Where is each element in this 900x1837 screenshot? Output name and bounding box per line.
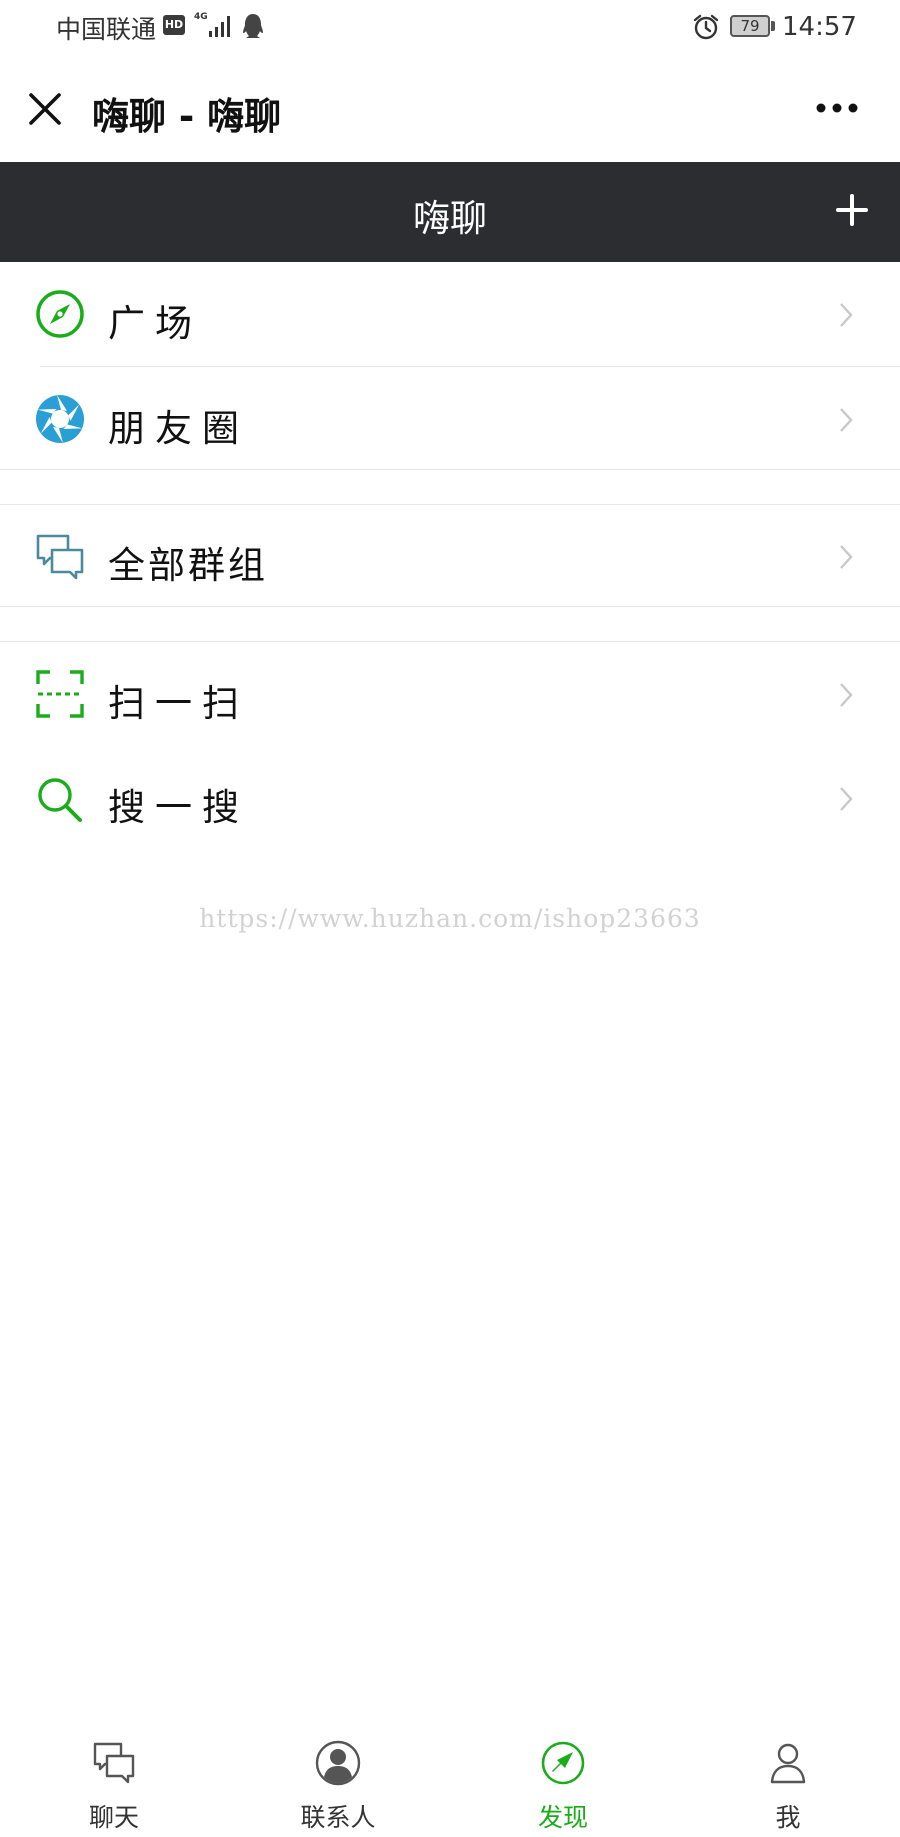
more-icon[interactable] (814, 100, 860, 116)
menu-label-search: 搜一搜 (108, 786, 249, 829)
close-icon[interactable] (28, 92, 62, 126)
tab-me[interactable]: 我 (718, 1740, 858, 1832)
profile-icon (770, 1743, 806, 1784)
contacts-icon (315, 1740, 361, 1786)
chevron-right-icon (840, 408, 853, 432)
tab-label-discover: 发现 (537, 1803, 588, 1832)
tab-discover[interactable]: 发现 (493, 1740, 633, 1832)
chat-bubbles-icon (36, 534, 84, 580)
carrier-name: 中国联通 (56, 15, 157, 44)
section-divider (0, 469, 900, 470)
chevron-right-icon (840, 683, 853, 707)
compass-icon (36, 290, 84, 338)
menu-label-scan: 扫一扫 (108, 682, 249, 725)
tab-chat[interactable]: 聊天 (44, 1740, 184, 1832)
clock: 14:57 (782, 12, 857, 42)
search-icon (38, 778, 82, 822)
section-divider (0, 606, 900, 607)
scan-icon (36, 670, 84, 718)
menu-label-moments: 朋友圈 (108, 407, 249, 450)
alarm-icon (693, 14, 719, 40)
tab-label-chat: 聊天 (88, 1803, 139, 1832)
menu-label-all-groups: 全部群组 (108, 544, 268, 587)
menu-label-square: 广场 (108, 302, 202, 345)
chat-icon (93, 1742, 135, 1784)
signal-icon (209, 16, 230, 37)
tab-label-contacts: 联系人 (300, 1803, 376, 1832)
shutter-icon (36, 395, 84, 443)
network-type: 4G (194, 12, 208, 22)
page-title: 嗨聊 - 嗨聊 (92, 95, 282, 138)
chevron-right-icon (840, 545, 853, 569)
watermark-url: https://www.huzhan.com/ishop23663 (199, 904, 701, 933)
discover-icon (541, 1741, 585, 1785)
battery-level: 79 (730, 15, 770, 37)
hd-badge: HD (163, 15, 185, 35)
qq-icon (243, 14, 263, 38)
plus-icon[interactable] (836, 194, 868, 226)
chevron-right-icon (840, 787, 853, 811)
battery-tip (771, 21, 775, 31)
title-bar-title: 嗨聊 (413, 197, 487, 240)
tab-label-me: 我 (775, 1803, 801, 1832)
chevron-right-icon (840, 303, 853, 327)
tab-contacts[interactable]: 联系人 (268, 1740, 408, 1832)
